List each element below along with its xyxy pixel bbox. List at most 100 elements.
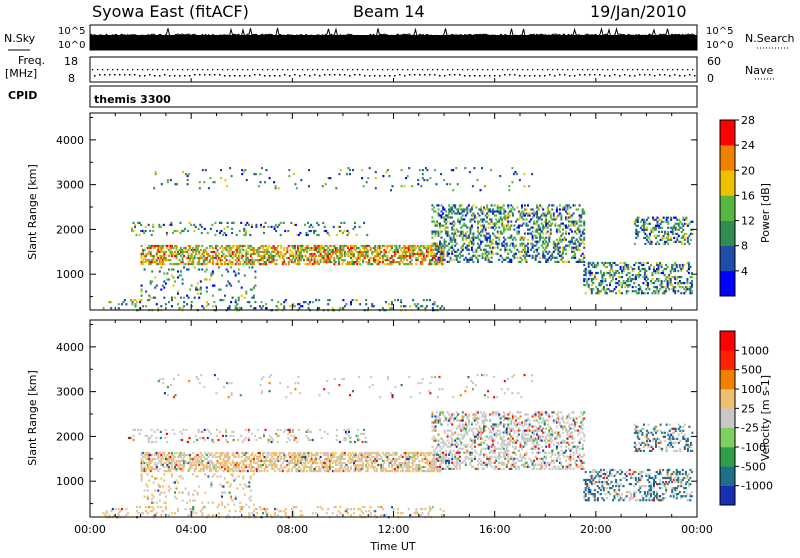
range-gate-cell: [439, 245, 441, 247]
range-gate-cell: [186, 251, 188, 253]
range-gate-cell: [230, 266, 232, 268]
range-gate-cell: [492, 208, 494, 210]
range-gate-cell: [433, 221, 435, 223]
range-gate-cell: [503, 225, 505, 227]
range-gate-cell: [678, 229, 680, 231]
freq-point: [202, 69, 203, 70]
range-gate-cell: [348, 431, 350, 433]
range-gate-cell: [352, 299, 354, 301]
range-gate-cell: [541, 231, 543, 233]
freq-trace: [92, 69, 696, 77]
range-gate-cell: [646, 229, 648, 231]
freq-point: [182, 69, 183, 70]
range-gate-cell: [491, 221, 493, 223]
range-gate-cell: [340, 230, 342, 232]
range-gate-cell: [209, 261, 211, 263]
range-gate-cell: [344, 259, 346, 261]
range-gate-cell: [420, 454, 422, 456]
range-gate-cell: [311, 257, 313, 259]
range-gate-cell: [391, 460, 393, 462]
range-gate-cell: [341, 466, 343, 468]
range-gate-cell: [142, 305, 144, 307]
range-gate-cell: [472, 251, 474, 253]
range-gate-cell: [688, 223, 690, 225]
range-gate-cell: [435, 255, 437, 257]
colorbar-tick-label: 8: [741, 240, 748, 253]
range-gate-cell: [159, 452, 161, 454]
range-gate-cell: [501, 218, 503, 220]
range-gate-cell: [320, 249, 322, 251]
range-gate-cell: [366, 441, 368, 443]
range-gate-cell: [621, 276, 623, 278]
range-gate-cell: [383, 253, 385, 255]
range-gate-cell: [201, 462, 203, 464]
range-gate-cell: [600, 290, 602, 292]
range-gate-cell: [135, 303, 137, 305]
range-gate-cell: [241, 466, 243, 468]
range-gate-cell: [213, 251, 215, 253]
range-gate-cell: [139, 301, 141, 303]
range-gate-cell: [323, 460, 325, 462]
range-gate-cell: [253, 247, 255, 249]
range-gate-cell: [292, 253, 294, 255]
range-gate-cell: [668, 276, 670, 278]
range-gate-cell: [336, 435, 338, 437]
range-gate-cell: [523, 212, 525, 214]
range-gate-cell: [402, 261, 404, 263]
range-gate-cell: [344, 458, 346, 460]
range-gate-cell: [677, 270, 679, 272]
range-gate-cell: [153, 257, 155, 259]
range-gate-cell: [339, 307, 341, 309]
range-gate-cell: [535, 235, 537, 237]
range-gate-cell: [324, 226, 326, 228]
range-gate-cell: [330, 460, 332, 462]
range-gate-cell: [681, 227, 683, 229]
range-gate-cell: [647, 292, 649, 294]
range-gate-cell: [615, 292, 617, 294]
colorbar-swatch: [720, 170, 735, 195]
range-gate-cell: [417, 454, 419, 456]
range-gate-cell: [241, 173, 243, 175]
range-gate-cell: [260, 437, 262, 439]
range-gate-cell: [548, 237, 550, 239]
range-gate-cell: [675, 227, 677, 229]
range-gate-cell: [491, 241, 493, 243]
range-gate-cell: [347, 454, 349, 456]
freq-point: [467, 69, 468, 70]
range-gate-cell: [222, 234, 224, 236]
range-gate-cell: [238, 454, 240, 456]
range-gate-cell: [246, 222, 248, 224]
range-gate-cell: [676, 237, 678, 239]
range-gate-cell: [242, 441, 244, 443]
range-gate-cell: [233, 435, 235, 437]
range-gate-cell: [212, 270, 214, 272]
range-gate-cell: [424, 307, 426, 309]
freq-point: [507, 69, 508, 70]
range-gate-cell: [553, 241, 555, 243]
range-gate-cell: [518, 227, 520, 229]
range-gate-cell: [397, 249, 399, 251]
range-gate-cell: [229, 456, 231, 458]
range-gate-cell: [236, 249, 238, 251]
range-gate-cell: [434, 303, 436, 305]
range-gate-cell: [350, 301, 352, 303]
range-gate-cell: [462, 255, 464, 257]
range-gate-cell: [426, 462, 428, 464]
range-gate-cell: [574, 241, 576, 243]
nave-point: [389, 75, 391, 77]
range-gate-cell: [415, 305, 417, 307]
range-gate-cell: [606, 292, 608, 294]
range-gate-cell: [160, 305, 162, 307]
range-gate-cell: [385, 251, 387, 253]
range-gate-cell: [229, 305, 231, 307]
range-gate-cell: [638, 231, 640, 233]
range-gate-cell: [139, 222, 141, 224]
range-gate-cell: [297, 458, 299, 460]
range-gate-cell: [639, 288, 641, 290]
range-gate-cell: [324, 431, 326, 433]
power-ylabel: Slant Range [km]: [26, 164, 39, 260]
range-gate-cell: [329, 259, 331, 261]
range-gate-cell: [545, 241, 547, 243]
range-gate-cell: [468, 245, 470, 247]
range-gate-cell: [504, 210, 506, 212]
